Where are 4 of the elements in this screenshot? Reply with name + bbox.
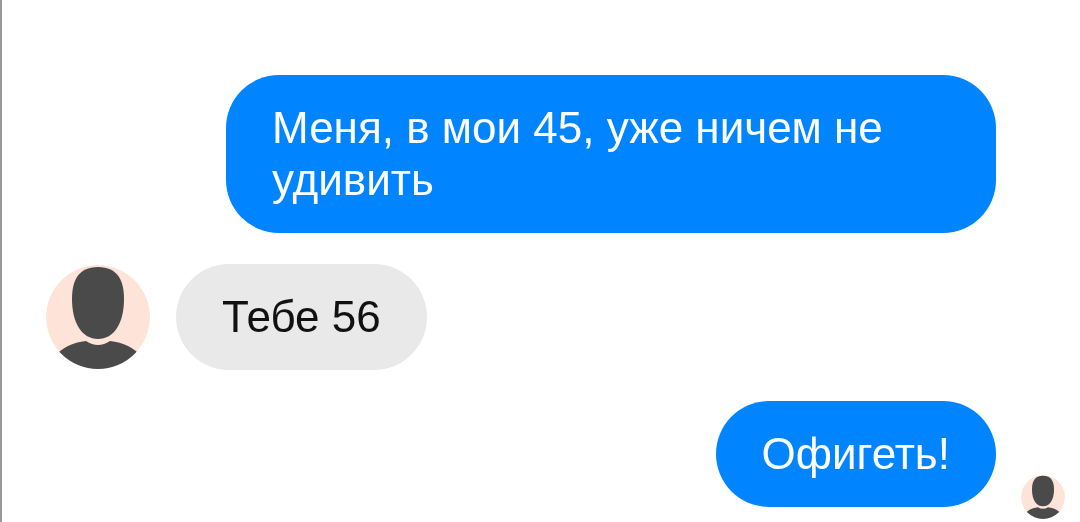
message-bubble: Тебе 56 [176, 264, 427, 370]
message-bubble: Офигеть! [715, 401, 996, 507]
avatar-icon [46, 265, 150, 369]
message-bubble: Меня, в мои 45, уже ничем не удивить [226, 75, 996, 233]
